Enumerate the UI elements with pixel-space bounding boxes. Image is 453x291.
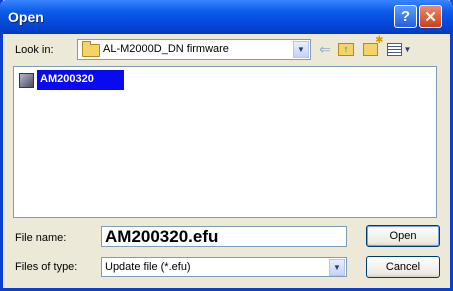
- file-icon: [19, 72, 34, 88]
- file-item-name: AM200320: [37, 70, 124, 90]
- close-button[interactable]: ✕: [419, 5, 442, 28]
- help-icon: ?: [400, 8, 411, 25]
- title-bar[interactable]: Open ? ✕: [0, 0, 453, 34]
- look-in-value: AL-M2000D_DN firmware: [103, 43, 229, 55]
- look-in-label: Look in:: [15, 44, 54, 56]
- files-of-type-value: Update file (*.efu): [105, 261, 191, 273]
- up-one-level-icon[interactable]: ↑: [337, 40, 355, 58]
- new-folder-icon[interactable]: [361, 35, 384, 58]
- look-in-combobox[interactable]: AL-M2000D_DN firmware ▼: [77, 39, 311, 60]
- folder-icon: [82, 41, 100, 57]
- dialog-title: Open: [8, 9, 44, 25]
- file-name-label: File name:: [15, 232, 67, 244]
- chevron-down-icon[interactable]: ▼: [293, 41, 309, 58]
- views-menu-icon[interactable]: ▼: [386, 40, 412, 58]
- open-button[interactable]: Open: [366, 225, 440, 247]
- file-list[interactable]: AM200320: [13, 66, 437, 218]
- chevron-down-icon[interactable]: ▼: [329, 259, 345, 276]
- list-item[interactable]: AM200320: [19, 70, 124, 90]
- back-arrow-icon[interactable]: ⇐: [318, 40, 332, 58]
- files-of-type-select[interactable]: Update file (*.efu) ▼: [101, 257, 347, 277]
- files-of-type-label: Files of type:: [15, 261, 78, 273]
- close-icon: ✕: [424, 8, 437, 26]
- file-name-field[interactable]: AM200320.efu: [101, 226, 347, 247]
- cancel-button[interactable]: Cancel: [366, 256, 440, 278]
- help-button[interactable]: ?: [394, 5, 417, 28]
